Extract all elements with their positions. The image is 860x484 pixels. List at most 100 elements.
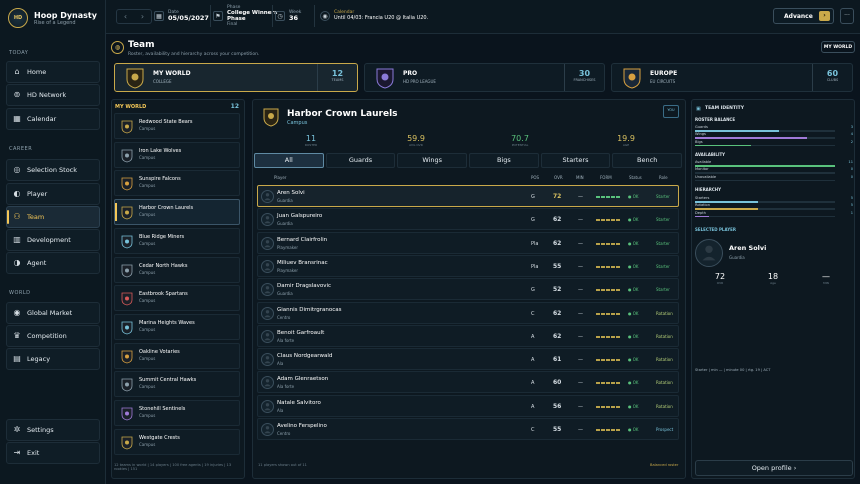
exit-icon: ⇥ xyxy=(13,448,21,457)
brand[interactable]: HD Hoop Dynasty Rise of a Legend xyxy=(8,8,97,28)
team-crest-icon xyxy=(121,264,133,277)
tab-starters[interactable]: Starters xyxy=(540,153,611,168)
identity-bar-fill xyxy=(695,137,807,139)
team-name: Sunspire Falcons xyxy=(139,176,181,183)
advance-button[interactable]: Advance › xyxy=(773,8,834,24)
team-list-item[interactable]: Blue Ridge Miners Campus xyxy=(114,227,240,254)
sidebar-item-label: Development xyxy=(27,236,71,244)
my-world-button[interactable]: MY WORLD xyxy=(821,41,855,53)
table-row[interactable]: Miliuev Bransrinac Playmaker Pla 55 — ● OK Sta… xyxy=(257,254,679,277)
table-row[interactable]: Damir Dragslavovic Guardia G 52 — ● OK Starter xyxy=(257,278,679,301)
sidebar-item-selection-stock[interactable]: ◎ Selection Stock xyxy=(6,159,100,181)
team-list-item[interactable]: Westgate Crests Campus xyxy=(114,428,240,455)
player-position-full: Ala forte xyxy=(277,384,295,390)
sidebar-item-agent[interactable]: ◑ Agent xyxy=(6,252,100,274)
sidebar-item-home[interactable]: ⌂ Home xyxy=(6,61,100,83)
more-button[interactable]: ··· xyxy=(840,8,854,24)
level-count: 60 CLUBS xyxy=(812,64,852,91)
player-role: Starter xyxy=(656,240,670,246)
team-list-item[interactable]: Oakline Votaries Campus xyxy=(114,342,240,369)
tab-bench[interactable]: Bench xyxy=(612,153,683,168)
table-row[interactable]: Avelino Ferspelino Centro C 55 — ● OK Prospect xyxy=(257,418,679,440)
team-crest-icon xyxy=(263,108,279,127)
team-list-item[interactable]: Harbor Crown Laurels Campus xyxy=(114,199,240,226)
level-card-my-world[interactable]: MY WORLD COLLEGE 12 TEAMS xyxy=(114,63,358,92)
team-conference: Campus xyxy=(139,269,156,275)
back-arrow-icon[interactable]: ‹ xyxy=(117,10,134,23)
selected-player-avatar[interactable] xyxy=(695,239,723,267)
team-crest-icon xyxy=(121,235,133,249)
team-name: Summit Central Hawks xyxy=(139,377,197,384)
sidebar-item-global-market[interactable]: ◉ Global Market xyxy=(6,302,100,324)
player-ovr: 56 xyxy=(553,402,562,410)
player-name: Claus Nordgearwald xyxy=(277,353,333,360)
sidebar-item-calendar[interactable]: ▦ Calendar xyxy=(6,108,100,130)
calendar-block[interactable]: ◉ Calendar Until 04/03: Francia U20 @ Ita… xyxy=(320,4,428,28)
player-pos: Pla xyxy=(531,240,539,247)
level-count-value: 30 xyxy=(578,69,591,78)
identity-bar-track xyxy=(695,179,835,182)
tab-bigs[interactable]: Bigs xyxy=(469,153,539,168)
section-today: TODAY xyxy=(9,50,29,56)
sidebar-item-team[interactable]: ⚇ Team xyxy=(6,206,100,228)
team-stat-label: AVG OVR xyxy=(409,143,423,147)
globe-icon: ◉ xyxy=(13,308,21,317)
team-list-item[interactable]: Eastbrook Spartans Campus xyxy=(114,285,240,312)
table-row[interactable]: Juan Galspureiro Guardia G 62 — ● OK Starter xyxy=(257,208,679,231)
team-crest-icon xyxy=(121,321,133,335)
player-form xyxy=(596,335,620,338)
team-list-item[interactable]: Marina Heights Waves Campus xyxy=(114,313,240,340)
sidebar-item-legacy[interactable]: ▤ Legacy xyxy=(6,348,100,370)
team-name: Harbor Crown Laurels xyxy=(287,109,398,119)
team-list-item[interactable]: Summit Central Hawks Campus xyxy=(114,371,240,398)
player-ovr: 62 xyxy=(553,216,562,224)
player-ovr: 62 xyxy=(553,332,562,340)
table-row[interactable]: Aren Solvi Guardia G 72 — ● OK Starter xyxy=(257,185,679,207)
team-list-item[interactable]: Sunspire Falcons Campus xyxy=(114,170,240,197)
player-position-full: Guardia xyxy=(277,198,293,203)
calendar-icon: ▦ xyxy=(13,114,21,123)
player-form xyxy=(596,265,620,268)
player-pos: A xyxy=(531,357,535,364)
team-list-item[interactable]: Stonehill Sentinels Campus xyxy=(114,400,240,426)
table-row[interactable]: Bernard Clairfrolin Playmaker Pla 62 — ● OK St… xyxy=(257,231,679,254)
table-row[interactable]: Benoit Garfroault Ala forte A 62 — ● OK Rotati… xyxy=(257,324,679,347)
identity-bar-track xyxy=(695,208,835,210)
player-name: Juan Galspureiro xyxy=(277,213,323,220)
identity-bar-track xyxy=(695,201,835,203)
tab-wings[interactable]: Wings xyxy=(397,153,468,168)
team-list-item[interactable]: Cedar North Hawks Campus xyxy=(114,256,240,283)
sidebar-item-competition[interactable]: ♛ Competition xyxy=(6,325,100,347)
team-conference: Campus xyxy=(139,126,156,131)
player-name: Aren Solvi xyxy=(277,190,305,196)
sidebar-item-hd-network[interactable]: ⊚ HD Network xyxy=(6,84,100,106)
sidebar-item-settings[interactable]: ✲ Settings xyxy=(6,419,100,441)
player-form xyxy=(596,196,620,198)
tab-guards[interactable]: Guards xyxy=(325,153,396,168)
table-row[interactable]: Adam Glenraetson Ala forte A 60 — ● OK Rotatio… xyxy=(257,371,679,394)
open-profile-button[interactable]: Open profile › xyxy=(695,460,853,476)
sidebar-item-player[interactable]: ◐ Player xyxy=(6,183,100,205)
level-card-pro[interactable]: PRO HD PRO LEAGUE 30 FRANCHISES xyxy=(364,63,605,92)
sidebar-item-exit[interactable]: ⇥ Exit xyxy=(6,442,100,464)
tab-all[interactable]: All xyxy=(254,153,324,168)
player-role: Rotation xyxy=(656,380,673,386)
sidebar-item-label: Selection Stock xyxy=(27,166,78,174)
table-row[interactable]: Giannis Dimitrgranocas Centro C 62 — ● OK Rota… xyxy=(257,301,679,324)
player-name: Giannis Dimitrgranocas xyxy=(277,306,342,313)
player-role: Starter xyxy=(656,263,670,269)
team-stat-label: POTENTIAL xyxy=(511,143,529,147)
team-list-item[interactable]: Redwood State Bears Campus xyxy=(114,113,240,139)
team-list-item[interactable]: Iron Lake Wolves Campus xyxy=(114,141,240,168)
player-pos: A xyxy=(531,380,535,387)
team-conference: Campus xyxy=(139,384,156,390)
team-name: Stonehill Sentinels xyxy=(139,406,186,412)
table-row[interactable]: Claus Nordgearwald Ala A 61 — ● OK Rotation xyxy=(257,348,679,371)
forward-arrow-icon[interactable]: › xyxy=(134,10,151,23)
player-role: Starter xyxy=(656,287,670,293)
sidebar-item-development[interactable]: ▥ Development xyxy=(6,229,100,251)
team-stat-label: AGE xyxy=(622,143,630,147)
table-row[interactable]: Natale Salvitoro Ala A 56 — ● OK Rotation xyxy=(257,394,679,417)
team-conference: Campus xyxy=(139,212,156,218)
level-card-europe[interactable]: EUROPE EU CIRCUITS 60 CLUBS xyxy=(611,63,853,92)
